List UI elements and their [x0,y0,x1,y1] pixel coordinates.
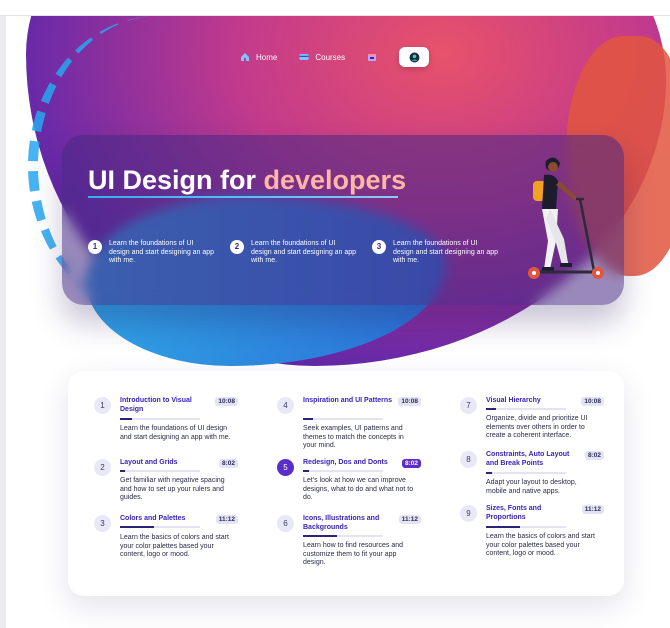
hero-point-number: 3 [372,240,386,254]
home-icon [241,53,249,61]
lesson-item[interactable]: 1 Introduction to Visual Design 10:08 Le… [94,397,254,459]
lesson-duration: 8:02 [218,459,238,468]
lesson-number: 1 [94,397,111,414]
lesson-number: 4 [277,397,294,414]
lesson-progress [486,408,566,410]
lesson-progress [303,470,383,472]
lesson-progress-fill [120,418,132,420]
lesson-duration: 11:12 [215,515,238,524]
lesson-title[interactable]: Layout and Grids [120,459,215,468]
lesson-duration: 10:08 [581,397,604,406]
window-top-strip [0,0,670,16]
lesson-progress [120,526,200,528]
lesson-item[interactable]: 5 Redesign, Dos and Donts 8:02 Let's loo… [277,459,437,515]
lesson-progress-fill [303,418,313,420]
lesson-title[interactable]: Redesign, Dos and Donts [303,459,398,468]
lesson-number: 3 [94,515,111,532]
hero-points: 1 Learn the foundations of UI design and… [88,240,500,266]
lesson-duration: 10:08 [398,397,421,406]
hero-point: 1 Learn the foundations of UI design and… [88,240,216,266]
lesson-item[interactable]: 7 Visual Hierarchy 10:08 Organize, divid… [460,397,620,451]
hero-point-text: Learn the foundations of UI design and s… [251,240,357,264]
top-nav: Home Courses [240,47,430,67]
lesson-item[interactable]: 4 Inspiration and UI Patterns 10:08 Seek… [277,397,437,459]
lesson-description: Learn the foundations of UI design and s… [120,425,231,441]
lesson-duration: 8:02 [401,459,421,468]
lesson-item[interactable]: 3 Colors and Palettes 11:12 Learn the ba… [94,515,254,575]
lesson-duration: 8:02 [584,451,604,460]
lesson-description: Organize, divide and prioritize UI eleme… [486,415,588,439]
lesson-progress-fill [486,472,493,474]
lesson-description: Adapt your layout to desktop, mobile and… [486,479,577,495]
lesson-title[interactable]: Colors and Palettes [120,515,215,524]
lesson-description: Learn the basics of colors and start you… [486,533,595,557]
lesson-number: 5 [277,459,294,476]
lessons-column: 1 Introduction to Visual Design 10:08 Le… [94,397,254,575]
lessons-column: 7 Visual Hierarchy 10:08 Organize, divid… [460,397,620,565]
hero-point-text: Learn the foundations of UI design and s… [393,240,499,264]
lesson-number: 6 [277,515,294,532]
lesson-item[interactable]: 2 Layout and Grids 8:02 Get familiar wit… [94,459,254,515]
nav-home[interactable]: Home [240,52,277,62]
lesson-progress-fill [120,470,125,472]
lesson-description: Learn the basics of colors and start you… [120,534,229,558]
lesson-progress [120,470,200,472]
lesson-title[interactable]: Sizes, Fonts and Proportions [486,505,581,522]
lesson-item[interactable]: 9 Sizes, Fonts and Proportions 11:12 Lea… [460,505,620,565]
lesson-description: Let's look at how we can improve designs… [303,477,414,501]
hero-point: 3 Learn the foundations of UI design and… [372,240,500,266]
nav-home-label: Home [256,52,278,62]
calendar-icon [368,54,377,61]
lesson-progress [120,418,200,420]
lesson-number: 9 [460,505,477,522]
lesson-progress-fill [303,535,337,537]
lesson-description: Seek examples, UI patterns and themes to… [303,425,404,449]
lesson-progress [303,535,383,537]
lesson-item[interactable]: 6 Icons, Illustrations and Backgrounds 1… [277,515,437,575]
lesson-progress-fill [486,526,520,528]
lesson-number: 2 [94,459,111,476]
hero-point-number: 1 [88,240,102,254]
hero-title-highlight: developers [263,165,407,195]
lesson-description: Learn how to find resources and customiz… [303,542,404,566]
lesson-progress-fill [303,470,310,472]
nav-profile[interactable] [399,47,430,67]
scooter-illustration [528,157,604,279]
lesson-item[interactable]: 8 Constraints, Auto Layout and Break Poi… [460,451,620,505]
hero-title-underline [88,196,398,198]
lesson-progress-fill [486,408,496,410]
lesson-title[interactable]: Visual Hierarchy [486,397,581,406]
lesson-duration: 10:08 [215,397,238,406]
nav-courses-label: Courses [315,52,346,62]
lesson-title[interactable]: Constraints, Auto Layout and Break Point… [486,451,581,468]
hero-point: 2 Learn the foundations of UI design and… [230,240,358,266]
hero-point-text: Learn the foundations of UI design and s… [109,240,215,264]
lesson-number: 7 [460,397,477,414]
lesson-number: 8 [460,451,477,468]
lesson-duration: 11:12 [398,515,421,524]
lesson-progress [486,472,566,474]
lesson-description: Get familiar with negative spacing and h… [120,477,225,501]
profile-icon [409,52,420,62]
lesson-title[interactable]: Inspiration and UI Patterns [303,397,398,406]
lesson-progress [486,526,566,528]
hero-title: UI Design for developers [88,165,406,196]
lesson-progress [303,418,383,420]
lesson-title[interactable]: Introduction to Visual Design [120,397,215,414]
courses-icon [299,54,309,60]
nav-courses[interactable]: Courses [299,52,345,62]
lessons-card: 1 Introduction to Visual Design 10:08 Le… [68,371,624,596]
hero-title-main: UI Design for [88,165,264,195]
hero-point-number: 2 [230,240,244,254]
lesson-progress-fill [120,526,154,528]
lesson-duration: 11:12 [581,505,604,514]
nav-calendar[interactable] [367,52,377,62]
lesson-title[interactable]: Icons, Illustrations and Backgrounds [303,515,398,532]
lessons-column: 4 Inspiration and UI Patterns 10:08 Seek… [277,397,437,575]
